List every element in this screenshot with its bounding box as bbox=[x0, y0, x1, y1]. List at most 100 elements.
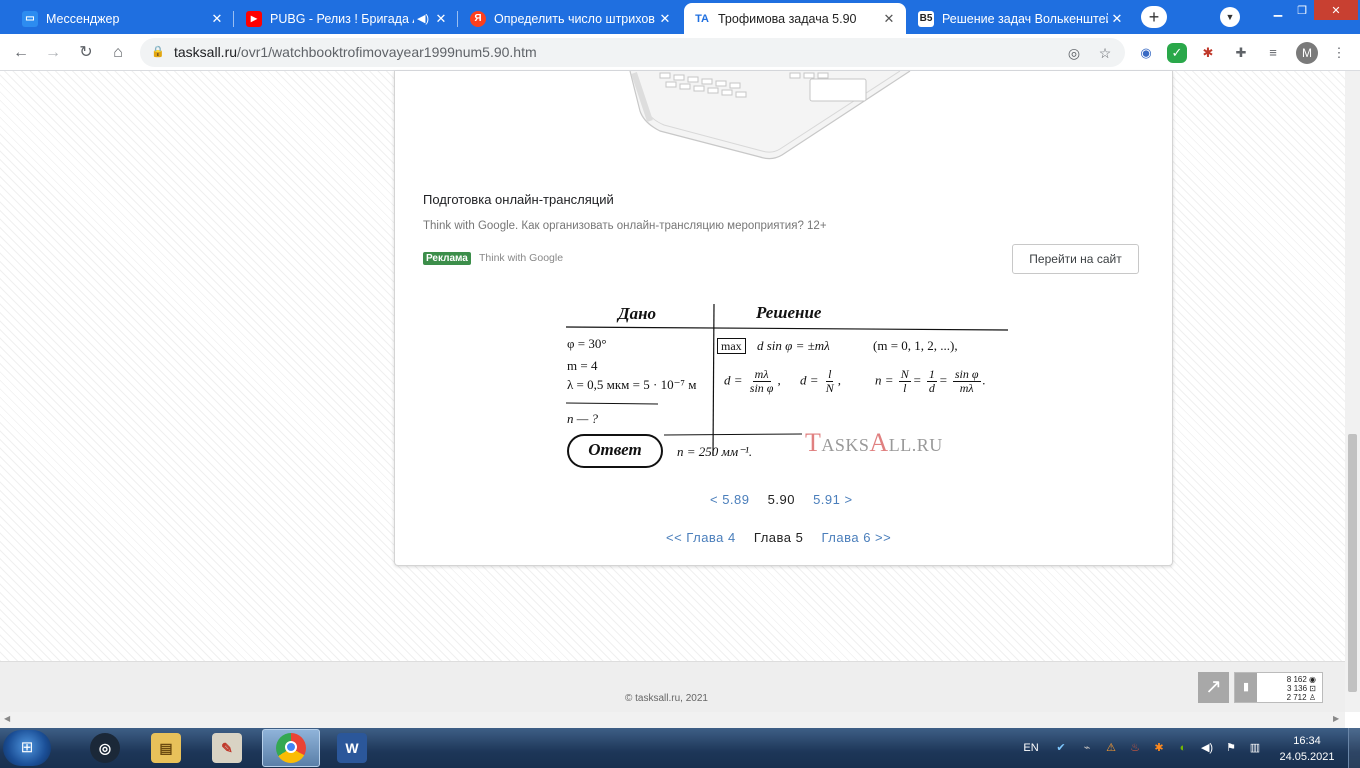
close-icon[interactable]: ✕ bbox=[1108, 10, 1126, 28]
close-icon[interactable]: ✕ bbox=[208, 10, 226, 28]
vertical-scrollbar[interactable] bbox=[1345, 71, 1360, 712]
grating-equation: d sin φ = ±mλ bbox=[757, 338, 830, 353]
given-header: Дано bbox=[618, 304, 657, 323]
watermark: TASKSALL.RU bbox=[805, 428, 943, 457]
avast-icon[interactable]: ✱ bbox=[1150, 738, 1168, 758]
star-icon[interactable]: ☆ bbox=[1095, 43, 1115, 63]
screen: ▭ Мессенджер ✕ ▶ PUBG - Релиз ! Бригада … bbox=[0, 0, 1360, 768]
tab-volkenshtein[interactable]: B5 Решение задач Волькенштей ✕ bbox=[908, 3, 1134, 34]
ad-source: Think with Google bbox=[479, 252, 564, 264]
new-tab-button[interactable]: + bbox=[1141, 6, 1167, 28]
current-chapter: Глава 5 bbox=[753, 530, 804, 545]
media-queue-icon[interactable]: ≡ bbox=[1263, 43, 1283, 63]
network-shield-icon[interactable]: ✔ bbox=[1052, 738, 1070, 758]
given-line: λ = 0,5 мкм = 5 · 10⁻⁷ м bbox=[567, 377, 697, 392]
avatar[interactable]: M bbox=[1296, 42, 1318, 64]
word-icon: W bbox=[337, 733, 367, 763]
task-pagination: < 5.89 5.90 5.91 > bbox=[710, 492, 853, 507]
fire-icon[interactable]: ♨ bbox=[1126, 738, 1144, 758]
prev-chapter-link[interactable]: << Глава 4 bbox=[666, 530, 736, 545]
scrollbar-thumb[interactable] bbox=[1348, 434, 1357, 692]
messenger-icon: ▭ bbox=[22, 10, 38, 27]
start-button[interactable]: ⊞ bbox=[3, 730, 51, 766]
yandex-icon: Я bbox=[470, 10, 486, 27]
nvidia-icon[interactable]: ◐ bbox=[1174, 738, 1192, 758]
next-chapter-link[interactable]: Глава 6 >> bbox=[821, 530, 891, 545]
tab-title: PUBG - Релиз ! Бригада А bbox=[270, 11, 414, 26]
show-desktop-button[interactable] bbox=[1348, 728, 1360, 768]
url-text[interactable]: tasksall.ru/ovr1/watchbooktrofimovayear1… bbox=[174, 44, 537, 60]
given-line: φ = 30° bbox=[567, 336, 607, 351]
d-period-formula: d = lN, bbox=[800, 367, 842, 395]
taskbar-explorer[interactable]: ▤ bbox=[137, 729, 195, 767]
liveinternet-arrow-icon[interactable]: ↗ bbox=[1198, 672, 1229, 703]
tab-youtube[interactable]: ▶ PUBG - Релиз ! Бригада А ◀) ✕ bbox=[236, 3, 458, 34]
language-indicator[interactable]: EN bbox=[1020, 738, 1042, 758]
ad-description: Think with Google. Как организовать онла… bbox=[423, 220, 827, 232]
alert-icon[interactable]: ⚠ bbox=[1102, 738, 1120, 758]
taskbar-paint[interactable]: ✎ bbox=[198, 729, 256, 767]
given-line: m = 4 bbox=[567, 358, 598, 373]
answer-value: n = 250 мм⁻¹. bbox=[677, 444, 753, 459]
chrome-icon bbox=[276, 733, 306, 763]
visit-counter[interactable]: ▮ 8 162 ◉ 3 136 ⊡ 2 712 ♙ bbox=[1234, 672, 1323, 703]
system-clock[interactable]: 16:34 24.05.2021 bbox=[1276, 733, 1338, 765]
window-close-icon[interactable]: ✕ bbox=[1314, 0, 1358, 20]
tab-trofimova[interactable]: TA Трофимова задача 5.90 ✕ bbox=[684, 3, 906, 34]
flag-icon[interactable]: ⚑ bbox=[1222, 738, 1240, 758]
taskbar-steam[interactable]: ◎ bbox=[76, 729, 134, 767]
horizontal-scrollbar[interactable]: ◀ ▶ bbox=[0, 712, 1345, 728]
bug-extension-icon[interactable]: ✱ bbox=[1198, 43, 1218, 63]
taskbar-word[interactable]: W bbox=[323, 729, 381, 767]
close-icon[interactable]: ✕ bbox=[880, 10, 898, 28]
ad-title[interactable]: Подготовка онлайн-трансляций bbox=[423, 192, 614, 207]
ad-cta-button[interactable]: Перейти на сайт bbox=[1012, 244, 1139, 274]
minimize-icon[interactable]: ▁ bbox=[1266, 0, 1290, 20]
paint-icon: ✎ bbox=[212, 733, 242, 763]
network-icon[interactable]: ▥ bbox=[1246, 738, 1264, 758]
tab-messenger[interactable]: ▭ Мессенджер ✕ bbox=[12, 3, 234, 34]
speaker-icon[interactable]: ◀) bbox=[414, 10, 432, 28]
restore-icon[interactable]: ❐ bbox=[1290, 0, 1314, 20]
menu-dots-icon[interactable]: ⋮ bbox=[1329, 43, 1349, 63]
owl-extension-icon[interactable]: ◉ bbox=[1136, 43, 1156, 63]
answer-label: Ответ bbox=[567, 434, 663, 468]
tasksall-icon: TA bbox=[695, 12, 709, 25]
reload-icon[interactable]: ↻ bbox=[75, 42, 97, 64]
lock-icon: 🔒 bbox=[151, 46, 165, 58]
tab-title: Трофимова задача 5.90 bbox=[718, 11, 857, 26]
tab-yandex[interactable]: Я Определить число штрихов с ✕ bbox=[460, 3, 682, 34]
clock-date: 24.05.2021 bbox=[1279, 751, 1335, 763]
bar-chart-icon: ▮ bbox=[1235, 673, 1257, 702]
counter-views: 8 162 ◉ bbox=[1286, 675, 1316, 684]
counter-visitors: 3 136 ⊡ bbox=[1287, 684, 1316, 693]
extensions-puzzle-icon[interactable]: ✚ bbox=[1231, 43, 1251, 63]
back-icon[interactable]: ← bbox=[10, 42, 32, 64]
browser-toolbar: ← → ↻ ⌂ 🔒 tasksall.ru/ovr1/watchbooktrof… bbox=[0, 34, 1360, 71]
steam-icon: ◎ bbox=[90, 733, 120, 763]
tab-title: Решение задач Волькенштей bbox=[942, 11, 1108, 26]
eye-off-icon[interactable]: ◎ bbox=[1064, 43, 1084, 63]
scroll-right-icon[interactable]: ▶ bbox=[1333, 714, 1339, 723]
youtube-icon: ▶ bbox=[246, 10, 262, 27]
close-icon[interactable]: ✕ bbox=[432, 10, 450, 28]
next-task-link[interactable]: 5.91 > bbox=[813, 492, 853, 507]
tab-title: Мессенджер bbox=[46, 11, 120, 26]
tab-search-icon[interactable]: ▼ bbox=[1220, 7, 1240, 27]
forward-icon[interactable]: → bbox=[42, 42, 64, 64]
unknown-line: n — ? bbox=[567, 411, 599, 426]
scroll-left-icon[interactable]: ◀ bbox=[4, 714, 10, 723]
taskbar-chrome[interactable] bbox=[262, 729, 320, 767]
max-box: max bbox=[717, 338, 746, 354]
home-icon[interactable]: ⌂ bbox=[107, 42, 129, 64]
tab-title: Определить число штрихов с bbox=[494, 11, 656, 26]
prev-task-link[interactable]: < 5.89 bbox=[710, 492, 750, 507]
volume-icon[interactable]: ◀) bbox=[1198, 738, 1216, 758]
address-bar[interactable]: 🔒 tasksall.ru/ovr1/watchbooktrofimovayea… bbox=[140, 38, 1125, 67]
shield-extension-icon[interactable]: ✓ bbox=[1167, 43, 1187, 63]
close-icon[interactable]: ✕ bbox=[656, 10, 674, 28]
n-formula: n = Nl = 1 d = sin φ mλ. bbox=[875, 367, 986, 395]
usb-icon[interactable]: ⌁ bbox=[1078, 738, 1096, 758]
solution-header: Решение bbox=[756, 303, 822, 322]
copyright: © tasksall.ru, 2021 bbox=[625, 693, 708, 704]
